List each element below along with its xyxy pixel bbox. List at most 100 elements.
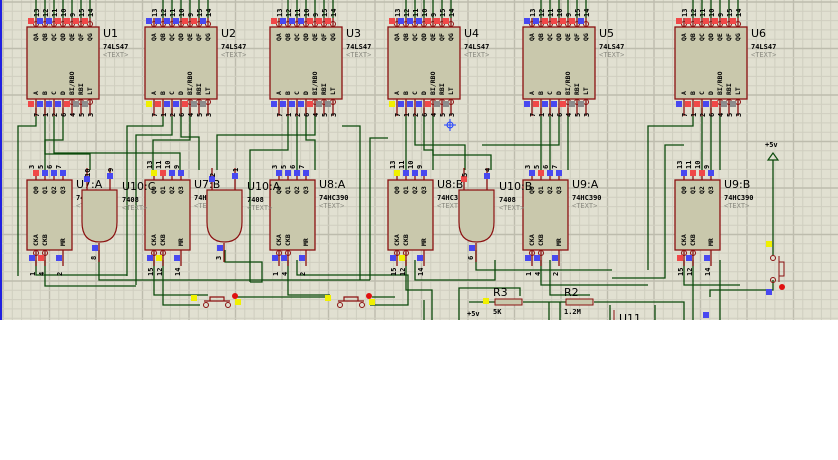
pin-number: 12	[686, 268, 694, 276]
component-part: 74LS47	[751, 43, 776, 51]
pin-number: 1	[285, 113, 293, 117]
logic-state-indicator	[182, 101, 188, 107]
logic-state-indicator	[730, 101, 736, 107]
logic-state-indicator	[232, 173, 238, 179]
logic-state-indicator	[55, 101, 61, 107]
pin-name: CKA	[393, 234, 401, 246]
pin-number: 4	[69, 113, 77, 117]
decoder-u6[interactable]: 13712111210694155143QAAQBBQCCQDDQEBI/RBO…	[674, 9, 776, 117]
logic-state-indicator	[533, 18, 539, 24]
pin-number: 14	[583, 9, 591, 17]
pin-name: MR	[707, 238, 715, 246]
power-arrow-icon	[766, 151, 780, 161]
pin-number: 12	[690, 9, 698, 17]
pin-number: 3	[583, 113, 591, 117]
gate-body[interactable]	[206, 189, 243, 243]
logic-state-indicator	[271, 18, 277, 24]
pin-number: 2	[299, 272, 307, 276]
pin-number: 1	[42, 113, 50, 117]
pin-name: C	[50, 91, 58, 95]
pin-name: QG	[734, 33, 742, 41]
pin-name: Q1	[689, 186, 697, 194]
pin-name: Q0	[32, 186, 40, 194]
pin-number: 13	[681, 9, 689, 17]
pin-number: 1	[232, 168, 240, 172]
pin-name: C	[698, 91, 706, 95]
component-ref: U10:A	[247, 180, 281, 193]
pin-number: 4	[187, 113, 195, 117]
pin-number: 4	[565, 113, 573, 117]
pin-number: 12	[160, 9, 168, 17]
pin-name: Q2	[50, 186, 58, 194]
pin-name: MR	[59, 238, 67, 246]
decoder-u2[interactable]: 13712111210694155143QAAQBBQCCQDDQEBI/RBO…	[144, 9, 246, 117]
component-text-placeholder: <TEXT>	[464, 51, 489, 59]
gate-body[interactable]	[458, 189, 495, 243]
pin-number: 12	[42, 9, 50, 17]
pin-name: QB	[402, 33, 410, 41]
logic-state-indicator	[33, 170, 39, 176]
pin-number: 5	[196, 113, 204, 117]
resistor-body[interactable]	[494, 298, 523, 306]
pin-name: QD	[707, 33, 715, 41]
component-ref: U7:B	[194, 178, 220, 191]
push-button-switch[interactable]	[766, 241, 785, 290]
logic-state-indicator	[151, 170, 157, 176]
pin-name: A	[393, 91, 401, 95]
pin-number: 13	[529, 9, 537, 17]
switch-actuator[interactable]	[778, 256, 785, 282]
logic-state-indicator	[730, 18, 736, 24]
counter-u9-a[interactable]: 3 5 6 71 4 2Q0 Q1 Q2 Q3CKA CKB MRU9:A74HC390<TEXT>	[522, 165, 602, 276]
pin-name: QF	[573, 33, 581, 41]
resistor-body[interactable]	[565, 298, 594, 306]
switch-actuator[interactable]	[338, 296, 364, 302]
pin-number: 6	[46, 165, 54, 169]
logic-state-indicator	[155, 101, 161, 107]
logic-state-indicator	[721, 101, 727, 107]
logic-state-indicator	[403, 170, 409, 176]
pin-number: 13	[146, 161, 154, 169]
pin-number: 2	[699, 113, 707, 117]
pin-name: QD	[420, 33, 428, 41]
pin-name: QE	[311, 33, 319, 41]
logic-state-indicator	[92, 245, 98, 251]
logic-state-indicator	[182, 18, 188, 24]
pin-number: 4	[484, 168, 492, 172]
component-part: 74HC390	[724, 194, 754, 202]
logic-state-indicator	[434, 101, 440, 107]
pin-number: 5	[533, 165, 541, 169]
component-part: 74HC390	[319, 194, 349, 202]
pin-name: Q1	[159, 186, 167, 194]
logic-state-indicator	[569, 101, 575, 107]
logic-state-indicator	[712, 18, 718, 24]
pin-number: 1	[538, 113, 546, 117]
pin-name: QB	[41, 33, 49, 41]
pin-name: QB	[159, 33, 167, 41]
logic-state-indicator	[191, 295, 197, 301]
pin-name: D	[59, 91, 67, 95]
decoder-u5[interactable]: 13712111210694155143QAAQBBQCCQDDQEBI/RBO…	[522, 9, 624, 117]
pin-number: 4	[281, 272, 289, 276]
pin-name: CKB	[41, 234, 49, 246]
logic-state-indicator	[37, 101, 43, 107]
counter-u8-a[interactable]: 3 5 6 71 4 2Q0 Q1 Q2 Q3CKA CKB MRU8:A74HC390<TEXT>	[269, 165, 349, 276]
schematic-canvas[interactable]: 13 7 12 1 11 2 10 6 9 4 15 5 14 3 QA A QB B QC C QD D QE BI/RBO…	[0, 0, 838, 325]
logic-state-indicator	[483, 298, 489, 304]
counter-u9-b[interactable]: 13 11 10 9 15 12 14 Q0 Q1 Q2 Q3 CKA CKB MR U9:B 74HC390…	[674, 161, 754, 276]
pin-name: Q0	[393, 186, 401, 194]
pin-name: Q2	[168, 186, 176, 194]
counter-u8-b[interactable]: 13 11 10 915 12 14Q0 Q1 Q2 Q3CKA CKB MRU8:B74HC390…	[387, 161, 467, 276]
pin-name: Q3	[420, 186, 428, 194]
logic-state-indicator	[146, 101, 152, 107]
push-button-switch[interactable]	[325, 293, 375, 308]
pin-number: 3	[735, 113, 743, 117]
pin-number: 10	[164, 161, 172, 169]
logic-state-indicator	[434, 18, 440, 24]
logic-state-indicator	[578, 101, 584, 107]
pin-number: 6	[467, 256, 475, 260]
schematic-svg[interactable]: 13712111210694155143QAAQBBQCCQDDQEBI/RBO…	[0, 0, 838, 325]
gate-body[interactable]	[81, 189, 118, 243]
pin-number: 3	[28, 165, 36, 169]
logic-state-indicator	[417, 255, 423, 261]
logic-state-indicator	[28, 101, 34, 107]
